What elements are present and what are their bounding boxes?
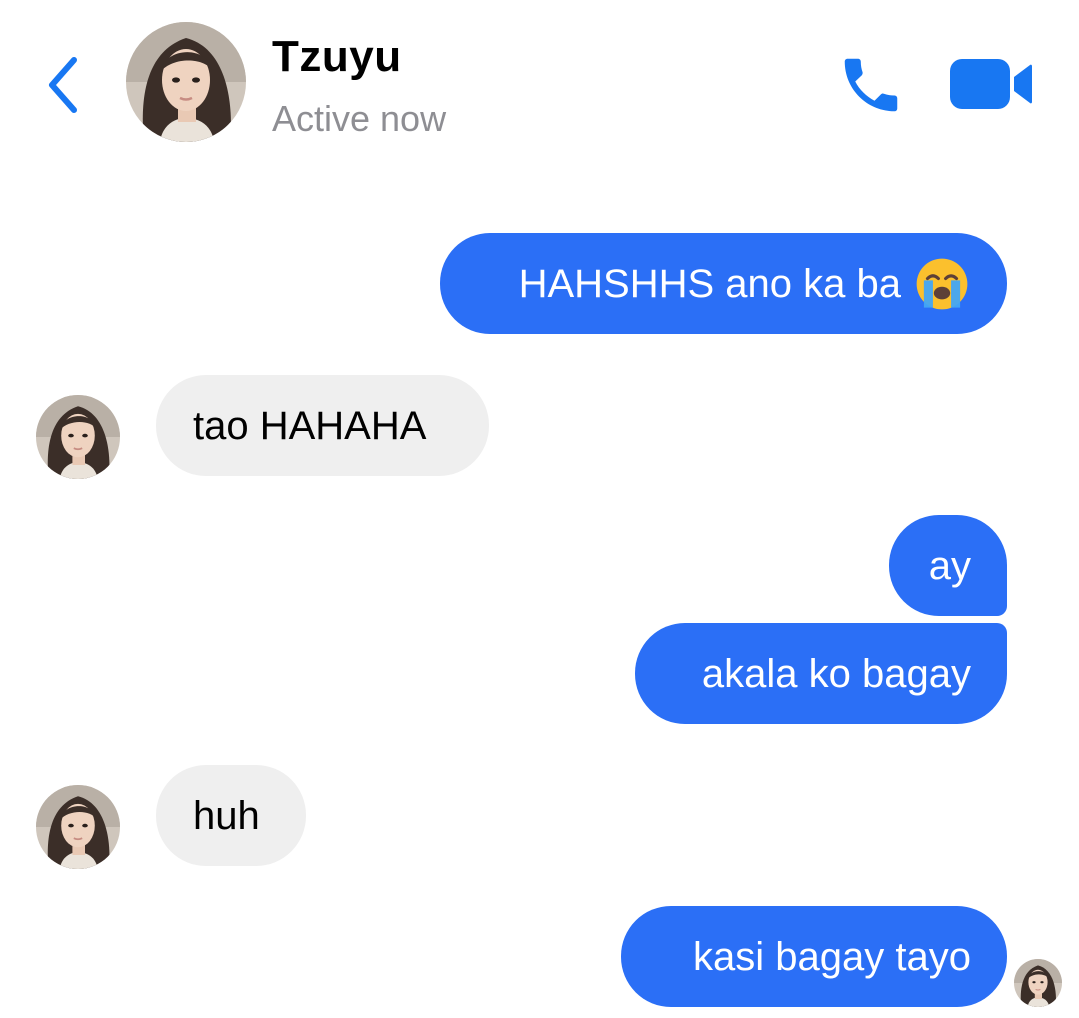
message-text: huh (193, 793, 260, 838)
avatar-photo (1014, 959, 1062, 1007)
message-bubble-outgoing[interactable]: kasi bagay tayo (621, 906, 1007, 1007)
message-bubble-outgoing[interactable]: HAHSHHS ano ka ba (440, 233, 1007, 334)
contact-avatar-small[interactable] (36, 785, 120, 869)
message-text: tao HAHAHA (193, 403, 427, 448)
message-bubble-outgoing[interactable]: akala ko bagay (635, 623, 1007, 724)
active-status: Active now (272, 98, 447, 139)
video-camera-icon (950, 59, 1032, 109)
message-bubble-outgoing[interactable]: ay (889, 515, 1007, 616)
message-text: HAHSHHS ano ka ba (518, 261, 901, 306)
avatar-photo (36, 395, 120, 479)
chevron-left-icon (49, 57, 77, 113)
conversation-header: Tzuyu Active now (0, 0, 1079, 170)
back-button[interactable] (40, 50, 90, 120)
video-call-button[interactable] (948, 55, 1034, 113)
message-bubble-incoming[interactable]: huh (156, 765, 306, 866)
avatar-photo (36, 785, 120, 869)
loudly-crying-face-icon (916, 258, 968, 309)
seen-receipt-avatar (1014, 959, 1062, 1007)
contact-name[interactable]: Tzuyu (272, 32, 402, 82)
contact-avatar-small[interactable] (36, 395, 120, 479)
phone-icon (844, 58, 898, 112)
audio-call-button[interactable] (836, 50, 906, 120)
message-text: kasi bagay tayo (693, 934, 971, 979)
avatar-photo (126, 22, 246, 142)
contact-avatar[interactable] (126, 22, 246, 142)
message-text: ay (928, 543, 971, 588)
message-bubble-incoming[interactable]: tao HAHAHA (156, 375, 489, 476)
message-text: akala ko bagay (701, 651, 971, 696)
